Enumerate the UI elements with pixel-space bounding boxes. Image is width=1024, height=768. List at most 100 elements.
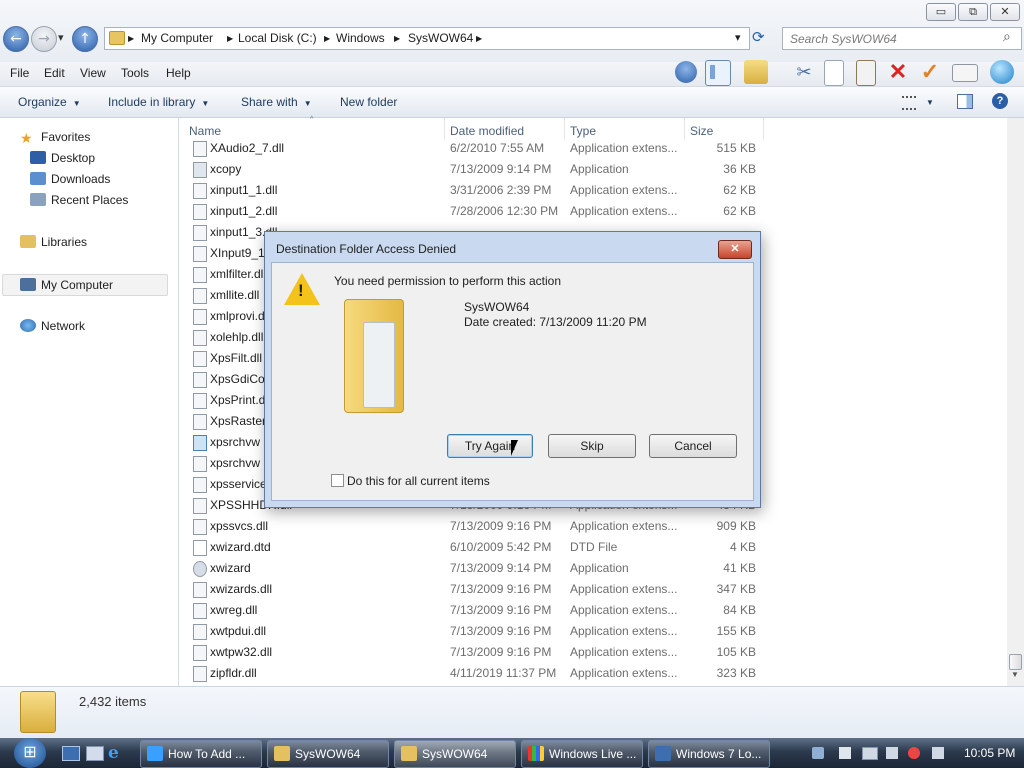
file-row[interactable]: xwtpw32.dll 7/13/2009 9:16 PM Application … <box>186 642 766 663</box>
column-header-name[interactable]: Name <box>189 124 221 138</box>
file-row[interactable]: xwizard 7/13/2009 9:14 PM Application 41 KB <box>186 558 766 579</box>
display-icon[interactable] <box>862 747 878 760</box>
share-with-label: Share with <box>241 95 298 109</box>
include-in-library-button[interactable]: Include in library ▼ <box>108 95 209 109</box>
apply-all-label: Do this for all current items <box>347 474 490 488</box>
menu-view[interactable]: View <box>80 66 106 80</box>
taskbar-clock[interactable]: 10:05 PM <box>964 746 1015 760</box>
column-header-size[interactable]: Size <box>690 124 713 138</box>
nav-favorites[interactable]: ★ Favorites <box>20 130 90 146</box>
column-divider[interactable] <box>684 118 685 140</box>
skip-button[interactable]: Skip <box>548 434 636 458</box>
cancel-button[interactable]: Cancel <box>649 434 737 458</box>
volume-icon[interactable] <box>932 747 944 759</box>
file-size: 36 KB <box>723 162 756 176</box>
file-row[interactable]: xwizards.dll 7/13/2009 9:16 PM Application… <box>186 579 766 600</box>
nav-libraries[interactable]: Libraries <box>20 235 87 249</box>
nav-network[interactable]: Network <box>20 319 85 333</box>
file-size: 909 KB <box>716 519 756 533</box>
taskbar-item-windows-live[interactable]: Windows Live ... <box>521 740 643 768</box>
breadcrumb-my-computer[interactable]: My Computer <box>141 31 213 45</box>
switch-windows-icon[interactable] <box>86 746 104 761</box>
file-row[interactable]: xwizard.dtd 6/10/2009 5:42 PM DTD File 4 KB <box>186 537 766 558</box>
close-window-button[interactable]: ✕ <box>990 3 1020 21</box>
error-icon[interactable] <box>908 747 920 759</box>
move-icon[interactable] <box>744 60 768 84</box>
nav-downloads[interactable]: Downloads <box>30 172 110 186</box>
internet-explorer-icon[interactable]: e <box>108 743 119 763</box>
network-icon[interactable] <box>812 747 824 759</box>
folder-pane-icon[interactable] <box>705 60 731 86</box>
properties-check-icon[interactable]: ✓ <box>918 60 942 84</box>
preview-pane-icon[interactable] <box>957 94 973 109</box>
menu-file[interactable]: File <box>10 66 29 80</box>
menu-tools[interactable]: Tools <box>121 66 149 80</box>
vertical-scrollbar[interactable]: ▼ <box>1007 118 1024 686</box>
menu-help[interactable]: Help <box>166 66 191 80</box>
refresh-icon[interactable]: ⟳ <box>752 28 765 46</box>
file-row[interactable]: XAudio2_7.dll 6/2/2010 7:55 AM Application… <box>186 138 766 159</box>
up-level-button[interactable]: ↑ <box>72 26 98 52</box>
help-icon[interactable]: ? <box>992 93 1008 109</box>
try-again-button[interactable]: Try Again <box>447 434 533 458</box>
breadcrumb-windows[interactable]: Windows <box>336 31 385 45</box>
maximize-button[interactable]: ⧉ <box>958 3 988 21</box>
column-divider[interactable] <box>763 118 764 140</box>
address-bar[interactable]: ▶ My Computer ▶ Local Disk (C:) ▶ Window… <box>104 27 750 50</box>
file-row[interactable]: xwtpdui.dll 7/13/2009 9:16 PM Application … <box>186 621 766 642</box>
scrollbar-thumb[interactable] <box>1009 654 1022 670</box>
copy-icon[interactable] <box>824 60 844 86</box>
view-options-icon[interactable] <box>902 96 916 110</box>
column-header-type[interactable]: Type <box>570 124 596 138</box>
globe-icon[interactable] <box>990 60 1014 84</box>
apply-all-checkbox[interactable] <box>331 474 344 487</box>
file-size: 323 KB <box>716 666 756 680</box>
column-header-date-modified[interactable]: Date modified <box>450 124 524 138</box>
power-icon[interactable] <box>886 747 898 759</box>
menu-edit[interactable]: Edit <box>44 66 65 80</box>
email-icon[interactable] <box>952 64 978 82</box>
nav-recent-places[interactable]: Recent Places <box>30 193 128 207</box>
taskbar-item-windows7[interactable]: Windows 7 Lo... <box>648 740 770 768</box>
forward-button[interactable]: → <box>31 26 57 52</box>
nav-desktop[interactable]: Desktop <box>30 151 95 165</box>
new-folder-button[interactable]: New folder <box>340 95 397 109</box>
scroll-down-icon[interactable]: ▼ <box>1011 670 1019 679</box>
taskbar-item-syswow64-1[interactable]: SysWOW64 <box>267 740 389 768</box>
delete-icon[interactable]: ✕ <box>886 60 910 84</box>
cut-icon[interactable]: ✂ <box>792 60 816 84</box>
file-row[interactable]: xcopy 7/13/2009 9:14 PM Application 36 KB <box>186 159 766 180</box>
flag-icon[interactable] <box>839 747 851 759</box>
recent-pages-dropdown[interactable]: ▾ <box>58 31 64 44</box>
file-row[interactable]: xinput1_1.dll 3/31/2006 2:39 PM Applicatio… <box>186 180 766 201</box>
chevron-down-icon[interactable]: ▼ <box>926 98 934 107</box>
column-divider[interactable] <box>444 118 445 140</box>
file-row[interactable]: xpssvcs.dll 7/13/2009 9:16 PM Application … <box>186 516 766 537</box>
taskbar-item-ie[interactable]: How To Add ... <box>140 740 262 768</box>
organize-button[interactable]: Organize ▼ <box>18 95 81 109</box>
dll-file-icon <box>193 267 207 283</box>
address-dropdown-icon[interactable]: ▾ <box>735 31 741 44</box>
dll-file-icon <box>193 309 207 325</box>
paste-icon[interactable] <box>856 60 876 86</box>
start-button[interactable]: ⊞ <box>14 738 46 768</box>
taskbar-item-syswow64-2[interactable]: SysWOW64 <box>394 740 516 768</box>
dialog-close-button[interactable]: ✕ <box>718 240 752 259</box>
nav-my-computer[interactable]: My Computer <box>2 274 168 296</box>
share-with-button[interactable]: Share with ▼ <box>241 95 312 109</box>
file-date: 7/13/2009 9:14 PM <box>450 162 552 176</box>
breadcrumb-syswow64[interactable]: SysWOW64 <box>408 31 473 45</box>
breadcrumb-local-disk[interactable]: Local Disk (C:) <box>238 31 317 45</box>
search-icon[interactable]: ⌕ <box>1003 29 1011 45</box>
document-icon <box>193 540 207 556</box>
column-divider[interactable] <box>564 118 565 140</box>
file-row[interactable]: xwreg.dll 7/13/2009 9:16 PM Application ex… <box>186 600 766 621</box>
file-name: xpsrchvw <box>210 435 261 449</box>
show-desktop-icon[interactable] <box>62 746 80 761</box>
search-input[interactable]: Search SysWOW64 ⌕ <box>782 27 1022 50</box>
file-row[interactable]: zipfldr.dll 4/11/2019 11:37 PM Application… <box>186 663 766 684</box>
up-arrow-icon[interactable] <box>675 61 697 83</box>
back-button[interactable]: ← <box>3 26 29 52</box>
minimize-button[interactable]: ▭ <box>926 3 956 21</box>
file-row[interactable]: xinput1_2.dll 7/28/2006 12:30 PM Applicati… <box>186 201 766 222</box>
